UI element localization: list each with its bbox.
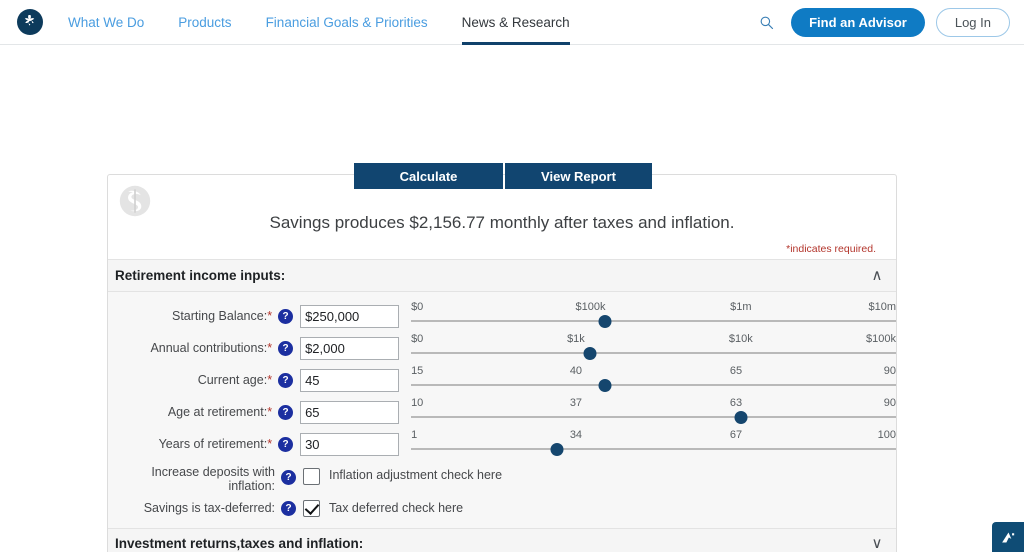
help-icon[interactable]: ? xyxy=(281,500,296,516)
field-row-annual-contributions: Annual contributions:* ? $0 $1k $10k $10… xyxy=(108,332,896,364)
help-icon[interactable]: ? xyxy=(278,436,294,452)
slider-ticks: $0 $100k $1m $10m xyxy=(411,301,896,315)
tax-deferred-checkbox[interactable] xyxy=(303,499,320,517)
nav-link-products[interactable]: Products xyxy=(178,0,231,45)
years-of-retirement-input[interactable] xyxy=(300,432,400,456)
slider-current-age[interactable]: 15 40 65 90 xyxy=(411,365,896,395)
slider-track[interactable] xyxy=(411,384,896,386)
label-years-of-retirement: Years of retirement:* xyxy=(158,436,273,451)
retirement-income-inputs-body: Starting Balance:* ? $0 $100k $1m $10m A… xyxy=(108,292,896,528)
slider-starting-balance[interactable]: $0 $100k $1m $10m xyxy=(411,301,896,331)
inflation-adjustment-checkbox-label: Inflation adjustment check here xyxy=(329,468,503,482)
section-title: Retirement income inputs: xyxy=(115,268,286,283)
slider-ticks: 10 37 63 90 xyxy=(411,397,896,411)
slider-tick: 100 xyxy=(877,429,896,441)
slider-thumb[interactable] xyxy=(734,411,748,424)
help-icon[interactable]: ? xyxy=(281,470,296,485)
nav-link-news-research[interactable]: News & Research xyxy=(461,0,570,45)
chat-widget-icon[interactable] xyxy=(992,522,1024,552)
slider-tick: 10 xyxy=(411,397,424,409)
slider-tick: 90 xyxy=(883,365,896,377)
slider-tick: $10m xyxy=(868,301,896,313)
view-report-button[interactable]: View Report xyxy=(505,163,652,189)
log-in-button[interactable]: Log In xyxy=(935,7,1010,37)
slider-thumb[interactable] xyxy=(550,443,564,456)
tax-deferred-checkbox-label: Tax deferred check here xyxy=(329,501,464,515)
inflation-adjustment-checkbox[interactable] xyxy=(303,468,320,485)
section-header-retirement-income-inputs[interactable]: Retirement income inputs: ∧ xyxy=(108,259,896,292)
slider-track[interactable] xyxy=(411,352,896,354)
current-age-input[interactable] xyxy=(300,368,400,392)
help-icon[interactable]: ? xyxy=(278,308,294,324)
label-age-at-retirement: Age at retirement:* xyxy=(167,404,273,419)
slider-tick: 40 xyxy=(569,365,583,377)
slider-tick: 1 xyxy=(411,429,418,441)
nav-links: What We Do Products Financial Goals & Pr… xyxy=(68,0,604,45)
nav-actions: Find an Advisor Log In xyxy=(753,7,1024,37)
slider-track[interactable] xyxy=(411,320,896,322)
slider-thumb[interactable] xyxy=(583,347,597,360)
help-icon[interactable]: ? xyxy=(278,340,294,356)
nav-link-what-we-do[interactable]: What We Do xyxy=(68,0,144,45)
slider-thumb[interactable] xyxy=(598,379,612,392)
slider-track[interactable] xyxy=(411,448,896,450)
slider-ticks: $0 $1k $10k $100k xyxy=(411,333,896,347)
calculator-card: Savings produces $2,156.77 monthly after… xyxy=(107,174,897,552)
find-an-advisor-button[interactable]: Find an Advisor xyxy=(791,7,925,37)
slider-tick: $0 xyxy=(411,301,424,313)
label-current-age: Current age:* xyxy=(197,372,273,387)
calculator-action-bar: Calculate View Report xyxy=(354,163,652,189)
chevron-down-icon[interactable]: ∨ xyxy=(870,536,884,551)
annual-contributions-input[interactable] xyxy=(300,336,400,360)
slider-tick: 37 xyxy=(569,397,583,409)
field-row-age-at-retirement: Age at retirement:* ? 10 37 63 90 xyxy=(108,396,896,428)
slider-tick: 90 xyxy=(883,397,896,409)
slider-tick: $1m xyxy=(730,301,752,313)
slider-tick: 67 xyxy=(729,429,743,441)
slider-ticks: 1 34 67 100 xyxy=(411,429,896,443)
label-starting-balance: Starting Balance:* xyxy=(171,308,273,323)
help-icon[interactable]: ? xyxy=(278,404,294,420)
help-icon[interactable]: ? xyxy=(278,372,294,388)
slider-years-of-retirement[interactable]: 1 34 67 100 xyxy=(411,429,896,459)
starting-balance-input[interactable] xyxy=(300,304,400,328)
age-at-retirement-input[interactable] xyxy=(300,400,400,424)
slider-tick: 65 xyxy=(729,365,743,377)
slider-tick: $100k xyxy=(866,333,896,345)
required-note: *indicates required. xyxy=(786,243,876,255)
top-navbar: What We Do Products Financial Goals & Pr… xyxy=(0,0,1024,45)
page-body: Calculate View Report Savings produces $… xyxy=(0,45,1024,552)
savings-swirl-logo-icon xyxy=(116,182,154,220)
field-row-current-age: Current age:* ? 15 40 65 90 xyxy=(108,364,896,396)
slider-tick: 15 xyxy=(411,365,424,377)
slider-ticks: 15 40 65 90 xyxy=(411,365,896,379)
slider-tick: $1k xyxy=(567,333,585,345)
slider-track[interactable] xyxy=(411,416,896,418)
slider-tick: $10k xyxy=(728,333,753,345)
slider-annual-contributions[interactable]: $0 $1k $10k $100k xyxy=(411,333,896,363)
chevron-up-icon[interactable]: ∧ xyxy=(870,268,884,283)
field-row-increase-deposits-with-inflation: Increase deposits with inflation: ? Infl… xyxy=(108,460,896,494)
slider-tick: $100k xyxy=(575,301,606,313)
section2-title-line: Investment returns,taxes and inflation: … xyxy=(115,536,884,551)
field-row-years-of-retirement: Years of retirement:* ? 1 34 67 100 xyxy=(108,428,896,460)
site-logo-icon xyxy=(17,9,43,35)
slider-tick: $0 xyxy=(411,333,424,345)
calculate-button[interactable]: Calculate xyxy=(354,163,503,189)
label-increase-deposits: Increase deposits with inflation: xyxy=(151,465,275,494)
field-row-savings-is-tax-deferred: Savings is tax-deferred: ? Tax deferred … xyxy=(108,494,896,522)
label-savings-tax-deferred: Savings is tax-deferred: xyxy=(143,500,275,515)
logo-link[interactable] xyxy=(6,9,54,35)
nav-link-financial-goals[interactable]: Financial Goals & Priorities xyxy=(266,0,428,45)
section-header-investment-returns[interactable]: Investment returns,taxes and inflation: … xyxy=(108,528,896,552)
section2-title: Investment returns,taxes and inflation: xyxy=(115,536,364,551)
label-annual-contributions: Annual contributions:* xyxy=(150,340,273,355)
search-icon[interactable] xyxy=(753,9,779,35)
slider-thumb[interactable] xyxy=(598,315,612,328)
slider-tick: 63 xyxy=(729,397,743,409)
field-row-starting-balance: Starting Balance:* ? $0 $100k $1m $10m xyxy=(108,300,896,332)
slider-age-at-retirement[interactable]: 10 37 63 90 xyxy=(411,397,896,427)
slider-tick: 34 xyxy=(569,429,583,441)
